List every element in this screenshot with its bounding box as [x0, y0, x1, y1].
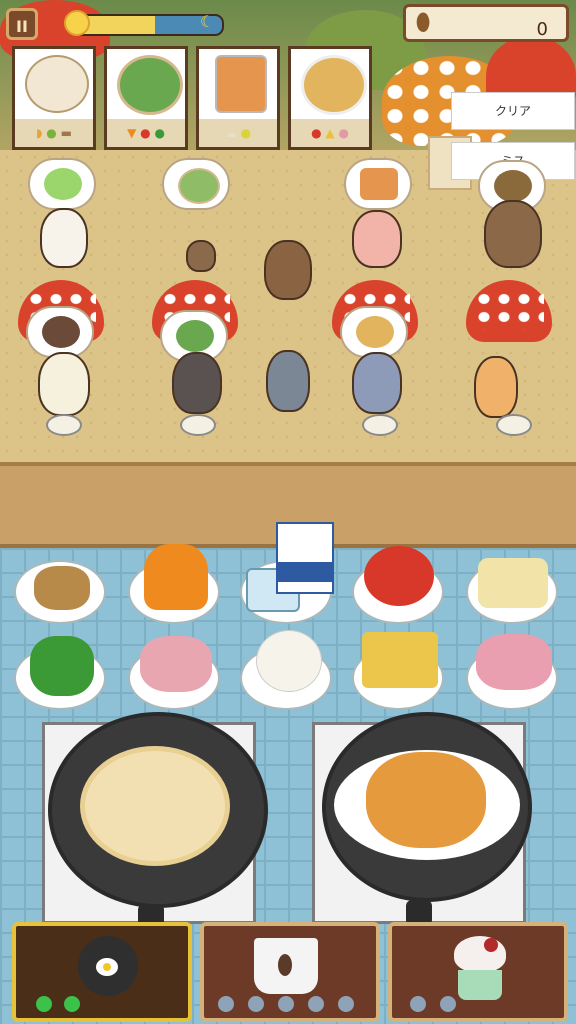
salad-icon	[178, 168, 220, 204]
meat-plate[interactable]	[466, 634, 558, 710]
raccoon-waiter[interactable]	[266, 350, 310, 412]
order-ingredients: ▼ ● ●	[107, 119, 185, 147]
carrot-plate[interactable]	[128, 544, 220, 624]
pepper-plate[interactable]	[14, 636, 106, 710]
potato-icon	[34, 566, 90, 610]
acorn-icon: ⬮	[415, 8, 431, 36]
ratatouille-dish	[80, 746, 230, 866]
order-ingredients: ● ▲ ●	[291, 119, 369, 147]
clear-button[interactable]: クリア	[451, 92, 575, 130]
sun-icon	[64, 10, 90, 36]
cat-customer[interactable]	[172, 352, 222, 414]
flour-icon	[256, 630, 322, 692]
bread-icon: ▬	[60, 126, 72, 140]
bear-customer[interactable]	[484, 200, 542, 268]
dessert-station[interactable]	[388, 922, 568, 1022]
shiba-customer[interactable]	[474, 356, 518, 418]
lime-icon: ●	[46, 126, 57, 140]
mushroom-table[interactable]	[466, 280, 552, 342]
stool	[46, 414, 82, 436]
cheese-icon	[362, 632, 438, 688]
salad-icon	[117, 55, 183, 115]
fryer-slot	[64, 996, 80, 1012]
fryer-station[interactable]	[12, 922, 192, 1022]
sheep-customer[interactable]	[38, 352, 90, 416]
cake-icon	[42, 316, 80, 348]
cat-customer[interactable]	[40, 208, 88, 268]
dish-icon	[494, 170, 532, 202]
frying-pan-left[interactable]	[48, 712, 268, 908]
noodle-plate[interactable]	[466, 558, 558, 624]
pig-customer[interactable]	[352, 210, 402, 268]
bear-waiter[interactable]	[264, 240, 312, 300]
dessert-slot	[410, 996, 426, 1012]
tomato-icon: ●	[311, 126, 322, 140]
order-card-spaghetti[interactable]: ● ▲ ●	[288, 46, 372, 150]
coffee-slot	[338, 996, 354, 1012]
coffee-slot	[278, 996, 294, 1012]
juice-icon	[360, 168, 398, 200]
cheese-plate[interactable]	[352, 632, 444, 710]
noodle-icon	[478, 558, 548, 608]
order-ingredients: ◗ ● ▬	[15, 119, 93, 147]
roast-chicken-dish	[366, 752, 486, 848]
carrot-icon	[144, 544, 208, 610]
pepper-icon: ●	[154, 126, 165, 140]
lemon-icon: ●	[240, 126, 252, 140]
carrot-icon: ▼	[127, 126, 137, 140]
meat-icon	[476, 634, 552, 690]
customer-request-bubble	[28, 158, 96, 210]
customer-request-bubble	[344, 158, 412, 210]
table-request-bubble	[26, 306, 94, 358]
tomato-plate[interactable]	[352, 546, 444, 624]
moon-icon: ☾	[200, 12, 215, 31]
order-card-cake[interactable]: ◗ ● ▬	[12, 46, 96, 150]
salad-icon	[176, 320, 214, 352]
order-card-salad[interactable]: ▼ ● ●	[104, 46, 188, 150]
coffee-slot	[218, 996, 234, 1012]
stool	[496, 414, 532, 436]
tomato-icon	[364, 546, 434, 606]
juice-icon	[215, 55, 267, 113]
coffee-slot	[308, 996, 324, 1012]
ham-icon	[140, 636, 212, 692]
order-card-juice[interactable]: ☁ ●	[196, 46, 280, 150]
coffee-slot	[248, 996, 264, 1012]
ham-plate[interactable]	[128, 636, 220, 710]
tomato-icon: ●	[140, 126, 151, 140]
milk-carton-icon	[276, 522, 334, 594]
spaghetti-icon	[356, 316, 394, 348]
pepper-icon	[30, 636, 94, 696]
customer-request-bubble	[162, 158, 230, 210]
table-request-bubble	[340, 306, 408, 358]
cake-icon	[25, 55, 89, 113]
pause-button[interactable]: II	[6, 8, 38, 40]
taco-icon: ◗	[36, 126, 43, 140]
potato-plate[interactable]	[14, 560, 106, 624]
cream-icon: ☁	[224, 126, 237, 140]
stool	[180, 414, 216, 436]
coffee-station[interactable]	[200, 922, 380, 1022]
frying-pan-right[interactable]	[322, 712, 532, 902]
acorn-count: 0	[536, 19, 548, 40]
order-ingredients: ☁ ●	[199, 119, 277, 147]
cheese-icon: ▲	[325, 126, 335, 140]
coffee-cup-icon	[254, 938, 318, 994]
spaghetti-icon	[301, 55, 367, 115]
fryer-slot	[36, 996, 52, 1012]
dessert-slot	[440, 996, 456, 1012]
flour-plate[interactable]	[240, 630, 332, 710]
frying-pan-icon	[78, 936, 138, 996]
cat-customer[interactable]	[352, 352, 402, 414]
ham-icon: ●	[338, 126, 349, 140]
green-drink-icon	[44, 168, 82, 200]
cupcake-icon	[450, 936, 510, 1006]
stool	[362, 414, 398, 436]
bird-customer[interactable]	[186, 240, 216, 272]
